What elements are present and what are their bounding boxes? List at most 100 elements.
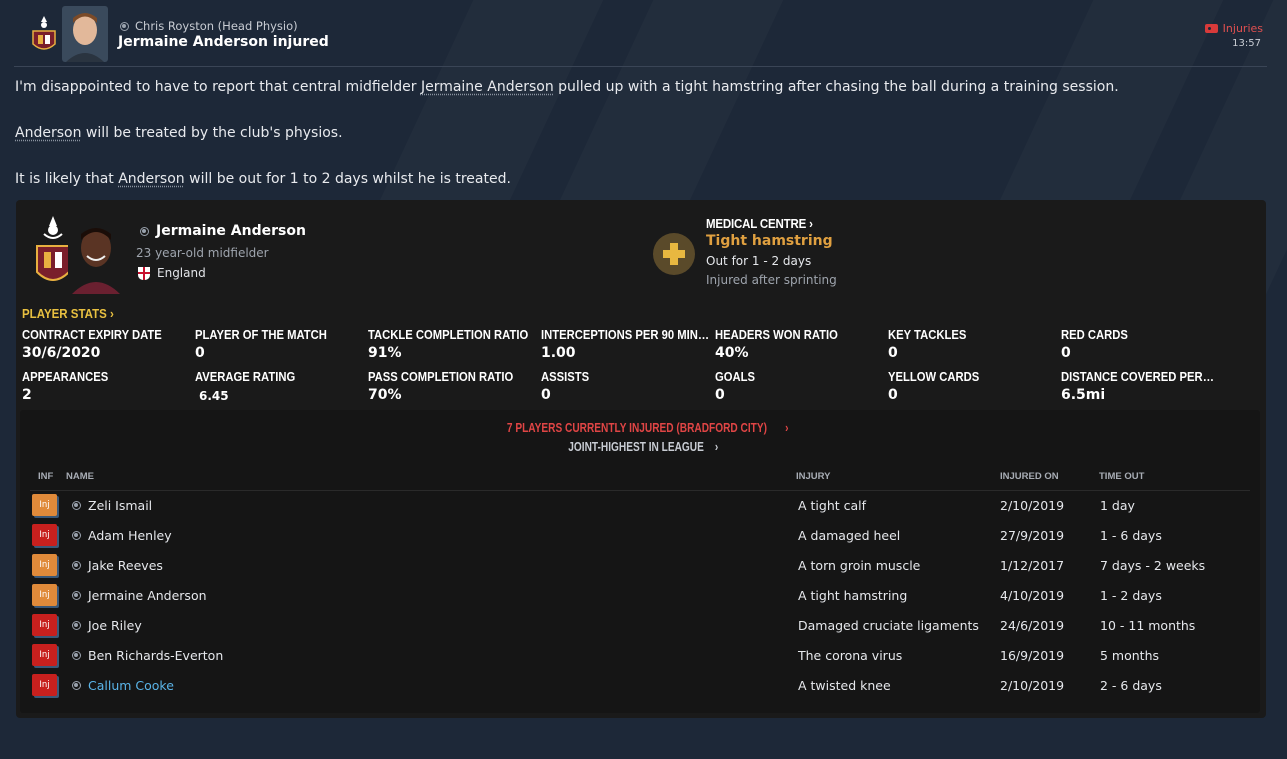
player-name-cell[interactable]: Callum Cooke	[88, 678, 174, 693]
stat-label: KEY TACKLES	[888, 328, 967, 342]
stat-label: CONTRACT EXPIRY DATE	[22, 328, 162, 342]
stat-value: 6.45	[199, 389, 229, 403]
person-icon	[140, 226, 149, 236]
injury-duration: Out for 1 - 2 days	[706, 254, 812, 268]
stat-interceptions: INTERCEPTIONS PER 90 MINUTES 1.00	[541, 328, 712, 361]
injury-cell: A damaged heel	[798, 528, 901, 543]
league-rank-link[interactable]: JOINT-HIGHEST IN LEAGUE ›	[20, 440, 1260, 454]
club-badge-icon	[36, 216, 70, 281]
injury-tag: Inj	[32, 554, 57, 576]
person-icon	[72, 621, 81, 630]
stat-label: TACKLE COMPLETION RATIO	[368, 328, 529, 342]
table-row[interactable]: Inj Adam Henley A damaged heel 27/9/2019…	[20, 520, 1260, 550]
person-icon	[72, 591, 81, 600]
injured-count-link[interactable]: 7 PLAYERS CURRENTLY INJURED (BRADFORD CI…	[20, 421, 1260, 435]
paragraph-text: will be out for 1 to 2 days whilst he is…	[184, 171, 511, 187]
stat-value: 2	[22, 387, 32, 403]
column-header-inf[interactable]: INF	[38, 471, 53, 482]
stat-headers-ratio: HEADERS WON RATIO 40%	[715, 328, 885, 361]
stat-red-cards: RED CARDS 0	[1061, 328, 1231, 361]
category-label: Injuries	[1222, 22, 1263, 35]
player-stats-link[interactable]: PLAYER STATS ›	[22, 307, 114, 321]
stat-value: 0	[715, 387, 725, 403]
column-header-name[interactable]: NAME	[66, 471, 94, 482]
stat-value: 0	[888, 387, 898, 403]
stat-label: INTERCEPTIONS PER 90 MINUTES	[541, 328, 712, 342]
table-row[interactable]: Inj Zeli Ismail A tight calf 2/10/2019 1…	[20, 490, 1260, 520]
stat-value: 0	[888, 345, 898, 361]
injury-tag: Inj	[32, 644, 57, 666]
club-badge-icon	[32, 16, 56, 50]
message-header: Chris Royston (Head Physio) Jermaine And…	[0, 0, 1287, 67]
time-out-cell: 1 - 6 days	[1100, 528, 1162, 543]
chevron-right-icon: ›	[809, 217, 813, 231]
stat-pass-ratio: PASS COMPLETION RATIO 70%	[368, 370, 538, 403]
stat-player-of-match: PLAYER OF THE MATCH 0	[195, 328, 365, 361]
table-row[interactable]: Inj Jermaine Anderson A tight hamstring …	[20, 580, 1260, 610]
stat-label: DISTANCE COVERED PER 90 MIN...	[1061, 370, 1216, 384]
player-name-line[interactable]: Jermaine Anderson	[140, 223, 306, 239]
message-paragraph-1: I'm disappointed to have to report that …	[15, 79, 1119, 95]
stat-label: AVERAGE RATING	[195, 370, 296, 384]
table-row[interactable]: Inj Callum Cooke A twisted knee 2/10/201…	[20, 670, 1260, 700]
stat-label: RED CARDS	[1061, 328, 1128, 342]
stat-average-rating: AVERAGE RATING 6.45	[195, 370, 365, 403]
injured-on-cell: 1/12/2017	[1000, 558, 1065, 573]
message-paragraph-3: It is likely that Anderson will be out f…	[15, 171, 511, 187]
stat-label: ASSISTS	[541, 370, 590, 384]
injured-count-label: 7 PLAYERS CURRENTLY INJURED (BRADFORD CI…	[506, 421, 767, 435]
stat-label: APPEARANCES	[22, 370, 109, 384]
injured-on-cell: 2/10/2019	[1000, 498, 1065, 513]
chevron-right-icon: ›	[784, 421, 788, 435]
player-nationality[interactable]: England	[138, 266, 206, 280]
person-icon	[120, 21, 129, 31]
injured-on-cell: 27/9/2019	[1000, 528, 1065, 543]
author-avatar	[62, 6, 108, 62]
category-tag[interactable]: Injuries	[1204, 22, 1263, 35]
player-photo	[68, 214, 120, 294]
injury-cell: A tight hamstring	[798, 588, 908, 603]
injury-cell: A torn groin muscle	[798, 558, 921, 573]
player-name-cell[interactable]: Adam Henley	[88, 528, 172, 543]
player-name-cell[interactable]: Jermaine Anderson	[88, 588, 207, 603]
column-header-injury[interactable]: INJURY	[796, 471, 831, 482]
person-icon	[72, 561, 81, 570]
stat-value: 0	[195, 345, 205, 361]
injury-cause: Injured after sprinting	[706, 273, 837, 287]
stat-label: HEADERS WON RATIO	[715, 328, 838, 342]
injury-tag: Inj	[32, 584, 57, 606]
table-row[interactable]: Inj Jake Reeves A torn groin muscle 1/12…	[20, 550, 1260, 580]
paragraph-text: pulled up with a tight hamstring after c…	[553, 79, 1119, 95]
injury-cell: A tight calf	[798, 498, 867, 513]
paragraph-text: I'm disappointed to have to report that …	[15, 79, 421, 95]
table-row[interactable]: Inj Ben Richards-Everton The corona viru…	[20, 640, 1260, 670]
stat-value: 0	[1061, 345, 1071, 361]
paragraph-text: will be treated by the club's physios.	[81, 125, 343, 141]
player-link[interactable]: Anderson	[15, 125, 81, 141]
player-name-cell[interactable]: Joe Riley	[88, 618, 142, 633]
stat-goals: GOALS 0	[715, 370, 885, 403]
stat-value: 6.5mi	[1061, 387, 1106, 403]
player-link[interactable]: Jermaine Anderson	[421, 79, 554, 95]
stat-yellow-cards: YELLOW CARDS 0	[888, 370, 1058, 403]
player-name-cell[interactable]: Jake Reeves	[88, 558, 163, 573]
author-name: Chris Royston (Head Physio)	[135, 19, 298, 33]
message-title: Jermaine Anderson injured	[118, 34, 329, 50]
injury-cell: A twisted knee	[798, 678, 891, 693]
table-row[interactable]: Inj Joe Riley Damaged cruciate ligaments…	[20, 610, 1260, 640]
time-out-cell: 1 day	[1100, 498, 1135, 513]
medical-centre-link[interactable]: MEDICAL CENTRE ›	[706, 217, 813, 231]
player-name-cell[interactable]: Zeli Ismail	[88, 498, 152, 513]
injury-tag: Inj	[32, 524, 57, 546]
column-header-injured-on[interactable]: INJURED ON	[1000, 471, 1059, 482]
player-stats-title: PLAYER STATS	[22, 307, 107, 321]
column-header-time-out[interactable]: TIME OUT	[1099, 471, 1144, 482]
time-out-cell: 7 days - 2 weeks	[1100, 558, 1206, 573]
stat-key-tackles: KEY TACKLES 0	[888, 328, 1058, 361]
time-out-cell: 1 - 2 days	[1100, 588, 1162, 603]
player-link[interactable]: Anderson	[118, 171, 184, 187]
injured-on-cell: 24/6/2019	[1000, 618, 1065, 633]
author-line[interactable]: Chris Royston (Head Physio)	[120, 19, 298, 33]
player-name-cell[interactable]: Ben Richards-Everton	[88, 648, 223, 663]
injured-on-cell: 16/9/2019	[1000, 648, 1065, 663]
